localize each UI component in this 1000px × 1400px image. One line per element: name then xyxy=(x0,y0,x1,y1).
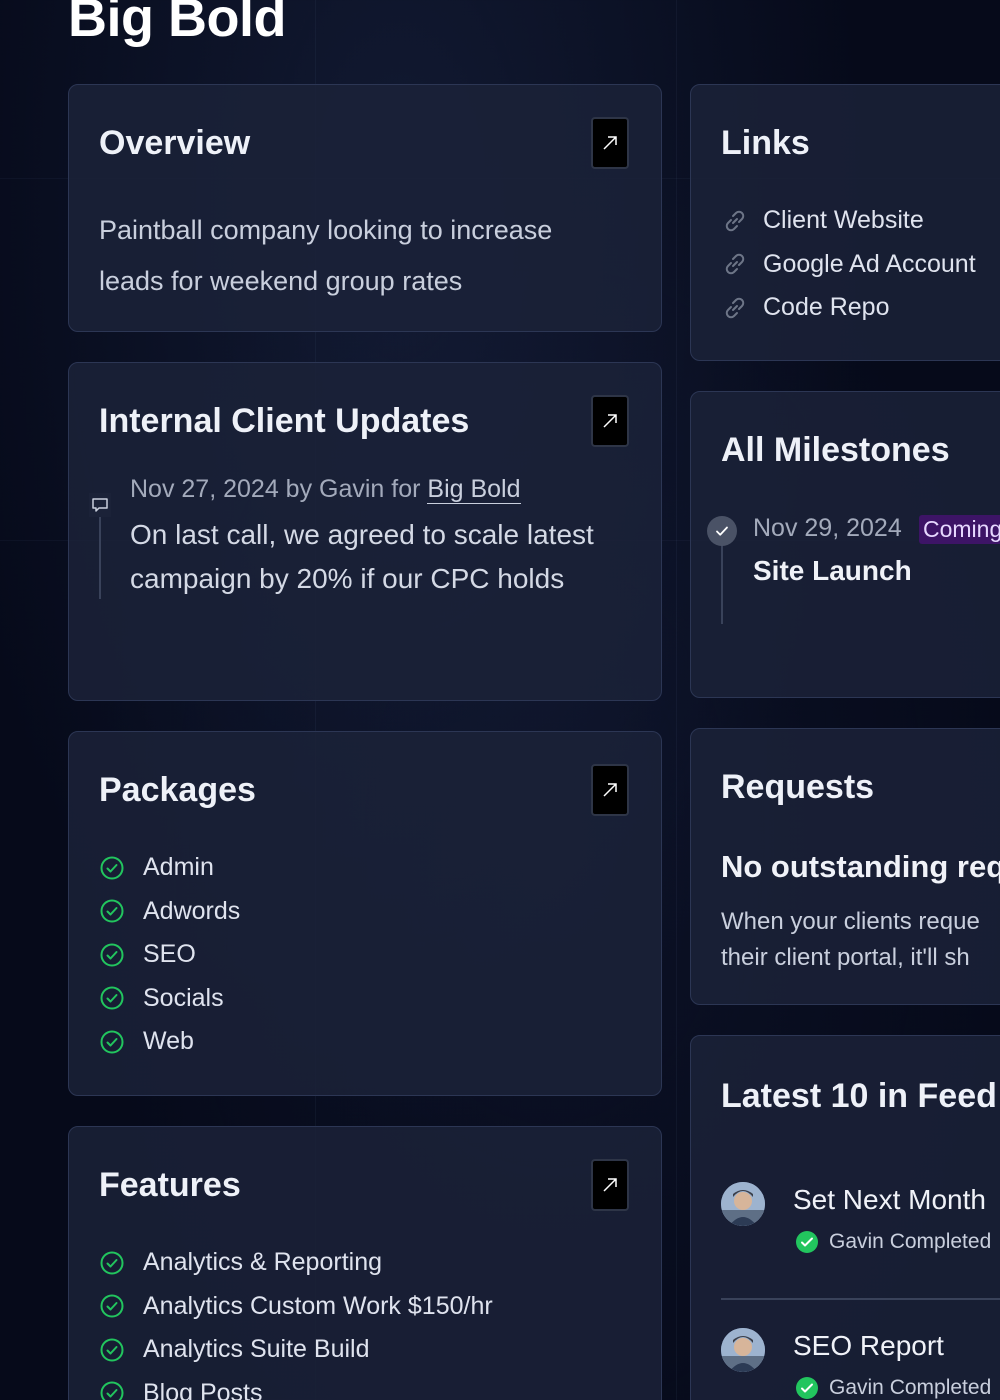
link-code-repo[interactable]: Code Repo xyxy=(721,286,976,330)
background-gridline xyxy=(676,0,677,1400)
milestones-card: All Milestones Nov 29, 2024 Coming Site … xyxy=(690,391,1000,698)
update-body: On last call, we agreed to scale latest … xyxy=(130,519,594,594)
arrow-up-right-icon xyxy=(603,414,617,428)
arrow-up-right-icon xyxy=(603,136,617,150)
feed-divider xyxy=(721,1298,1000,1300)
requests-card: Requests No outstanding req When your cl… xyxy=(690,728,1000,1005)
link-icon xyxy=(721,250,749,278)
updates-card: Internal Client Updates Nov 27, 2024 by … xyxy=(68,362,662,701)
link-label: Client Website xyxy=(763,206,924,235)
list-item: Analytics & Reporting xyxy=(99,1241,493,1285)
requests-empty-line-1: When your clients reque xyxy=(721,908,980,935)
requests-empty-line-2: their client portal, it'll sh xyxy=(721,944,970,971)
milestones-title: All Milestones xyxy=(721,431,950,469)
arrow-up-right-icon xyxy=(603,783,617,797)
package-label: Adwords xyxy=(143,896,241,925)
feature-label: Analytics Custom Work $150/hr xyxy=(143,1291,493,1320)
links-list: Client Website Google Ad Account Code Re… xyxy=(721,199,976,330)
check-icon xyxy=(707,516,737,546)
link-client-website[interactable]: Client Website xyxy=(721,199,976,243)
packages-card: Packages Admin Adwords SEO Socials Web xyxy=(68,731,662,1096)
list-item: Admin xyxy=(99,846,240,890)
links-card: Links Client Website Google Ad Account C… xyxy=(690,84,1000,361)
overview-open-button[interactable] xyxy=(591,117,629,169)
check-circle-icon xyxy=(99,1379,127,1400)
update-client-link[interactable]: Big Bold xyxy=(427,475,521,504)
avatar xyxy=(721,1328,765,1372)
link-label: Code Repo xyxy=(763,293,890,322)
feature-label: Analytics Suite Build xyxy=(143,1335,370,1364)
overview-title: Overview xyxy=(99,124,251,162)
overview-description: Paintball company looking to increase le… xyxy=(99,215,553,296)
check-circle-icon xyxy=(99,941,127,969)
package-label: Admin xyxy=(143,853,214,882)
updates-title: Internal Client Updates xyxy=(99,402,470,440)
requests-title: Requests xyxy=(721,768,875,806)
check-circle-icon xyxy=(99,1292,127,1320)
feed-item-status: Gavin Completed xyxy=(795,1376,991,1400)
avatar xyxy=(721,1182,765,1226)
feed-card: Latest 10 in Feed Set Next Month Gavin C… xyxy=(690,1035,1000,1400)
check-circle-icon xyxy=(99,854,127,882)
list-item: Analytics Suite Build xyxy=(99,1328,493,1372)
chat-bubble-icon xyxy=(89,493,111,517)
packages-open-button[interactable] xyxy=(591,764,629,816)
list-item: Blog Posts xyxy=(99,1372,493,1400)
updates-open-button[interactable] xyxy=(591,395,629,447)
check-circle-filled-icon xyxy=(795,1376,819,1400)
list-item: SEO xyxy=(99,933,240,977)
package-label: Socials xyxy=(143,983,224,1012)
feature-label: Blog Posts xyxy=(143,1378,263,1400)
check-circle-icon xyxy=(99,1028,127,1056)
link-label: Google Ad Account xyxy=(763,249,976,278)
feature-label: Analytics & Reporting xyxy=(143,1248,383,1277)
milestone-date: Nov 29, 2024 xyxy=(753,514,902,542)
milestone-name: Site Launch xyxy=(753,555,912,586)
arrow-up-right-icon xyxy=(603,1178,617,1192)
check-circle-icon xyxy=(99,1249,127,1277)
update-meta: Nov 27, 2024 by Gavin for Big Bold xyxy=(130,475,521,504)
packages-list: Admin Adwords SEO Socials Web xyxy=(99,846,240,1064)
check-circle-icon xyxy=(99,1336,127,1364)
feed-item-status: Gavin Completed xyxy=(795,1230,991,1254)
check-circle-icon xyxy=(99,984,127,1012)
feed-item-status-text: Gavin Completed xyxy=(829,1230,992,1253)
list-item: Web xyxy=(99,1020,240,1064)
features-title: Features xyxy=(99,1166,241,1204)
list-item: Socials xyxy=(99,977,240,1021)
packages-title: Packages xyxy=(99,771,256,809)
feed-title: Latest 10 in Feed xyxy=(721,1077,997,1115)
link-google-ad-account[interactable]: Google Ad Account xyxy=(721,243,976,287)
overview-card: Overview Paintball company looking to in… xyxy=(68,84,662,332)
requests-empty-title: No outstanding req xyxy=(721,849,1000,884)
link-icon xyxy=(721,207,749,235)
milestone-status-badge: Coming xyxy=(919,515,1000,544)
list-item: Analytics Custom Work $150/hr xyxy=(99,1285,493,1329)
check-circle-icon xyxy=(99,897,127,925)
features-open-button[interactable] xyxy=(591,1159,629,1211)
list-item: Adwords xyxy=(99,890,240,934)
package-label: Web xyxy=(143,1027,194,1056)
page-title: Big Bold xyxy=(68,0,286,48)
links-title: Links xyxy=(721,124,810,162)
package-label: SEO xyxy=(143,940,196,969)
check-circle-filled-icon xyxy=(795,1230,819,1254)
feed-item-status-text: Gavin Completed xyxy=(829,1376,992,1399)
feed-item-title: SEO Report xyxy=(793,1330,944,1361)
link-icon xyxy=(721,294,749,322)
update-meta-prefix: Nov 27, 2024 by Gavin for xyxy=(130,475,428,503)
requests-empty-description: When your clients reque their client port… xyxy=(721,904,980,976)
features-card: Features Analytics & Reporting Analytics… xyxy=(68,1126,662,1400)
feed-item-title: Set Next Month xyxy=(793,1184,986,1215)
update-timeline-line xyxy=(99,513,101,599)
features-list: Analytics & Reporting Analytics Custom W… xyxy=(99,1241,493,1400)
